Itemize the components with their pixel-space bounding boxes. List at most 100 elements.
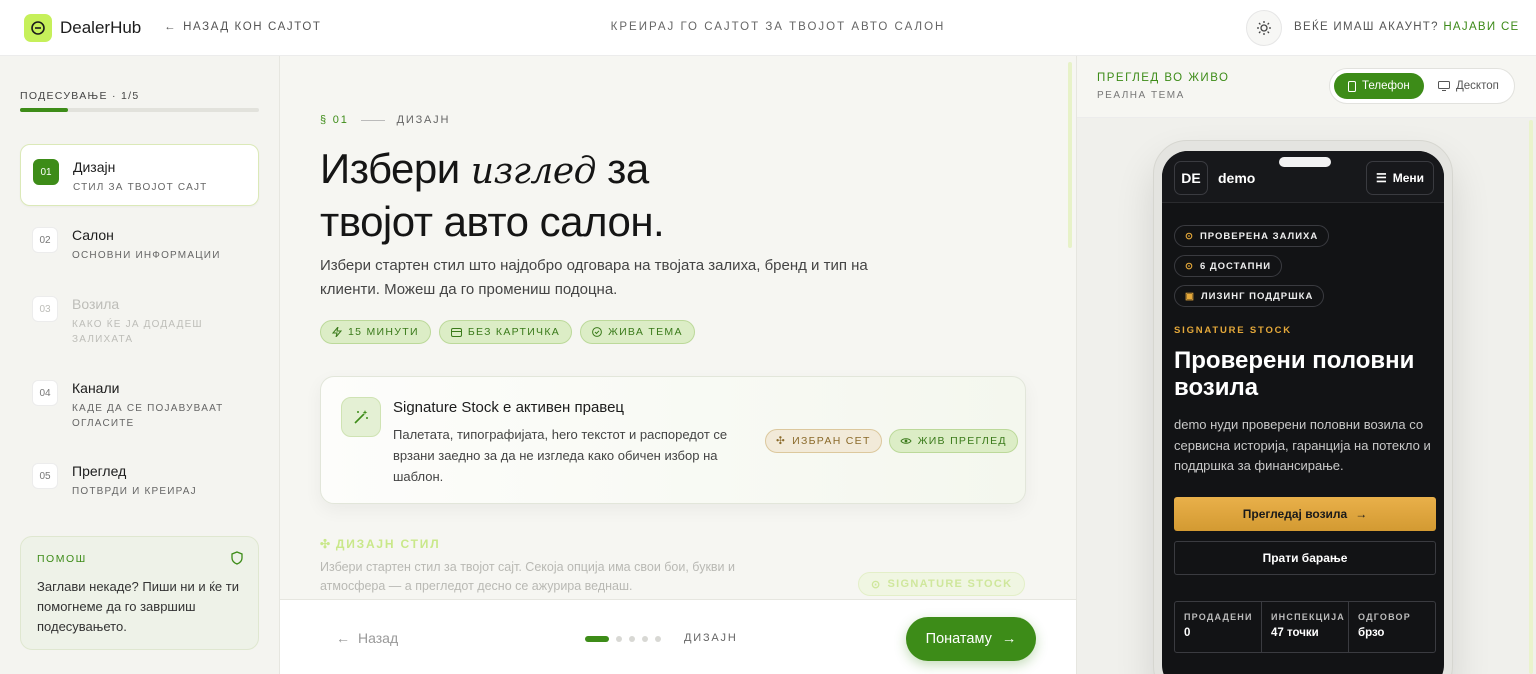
feature-chips: 15 МИНУТИ БЕЗ КАРТИЧКА ЖИВА ТЕМА [320,320,695,344]
site-pill-leasing: ▣ ЛИЗИНГ ПОДДРШКА [1174,285,1325,307]
browse-vehicles-button[interactable]: Прегледај возила → [1174,497,1436,531]
card-icon [450,327,462,337]
stat-label: ИНСПЕКЦИЈА [1271,612,1345,622]
next-label: Понатаму [925,631,992,647]
step-dot [629,636,635,642]
check-circle-icon [592,327,602,337]
step-title: Преглед [72,463,127,479]
sidebar-step-review[interactable]: 05 Преглед ПОТВРДИ И КРЕИРАЈ [20,449,259,511]
headline-emphasis: изглед [470,151,597,192]
card-badges: ✣ ИЗБРАН СЕТ ЖИВ ПРЕГЛЕД [765,429,1018,453]
phone-notch [1279,157,1331,167]
check-circle-icon: ⊙ [1185,260,1194,272]
monitor-icon [1438,81,1450,91]
top-bar: DealerHub ← НАЗАД КОН САЈТОТ КРЕИРАЈ ГО … [0,0,1536,56]
signature-stock-badge[interactable]: ⊙ SIGNATURE STOCK [858,572,1026,596]
chip-label: ЖИВА ТЕМА [608,326,683,338]
sparkle-icon: ✣ [320,537,332,551]
divider [360,119,385,121]
step-subtitle: СТИЛ ЗА ТВОЈОТ САЈТ [73,182,208,193]
progress-fill [20,108,68,112]
sidebar-step-vehicles[interactable]: 03 Возила КАКО ЌЕ ЈА ДОДАДЕШ ЗАЛИХАТА [20,282,259,345]
toggle-label: Десктоп [1456,80,1499,92]
progress-bar [20,108,259,112]
stat-value: 0 [1184,627,1191,639]
step-title: Канали [72,380,120,396]
menu-label: Мени [1392,171,1425,185]
chip-time: 15 МИНУТИ [320,320,431,344]
wizard-footer: ← Назад ДИЗАЈН Понатаму → [280,599,1076,674]
live-preview-badge: ЖИВ ПРЕГЛЕД [888,429,1018,453]
step-subtitle: ПОТВРДИ И КРЕИРАЈ [72,486,197,497]
main-scrollbar[interactable] [1068,62,1072,248]
badge-label: ИЗБРАН СЕТ [792,435,871,447]
sidebar-step-channels[interactable]: 04 Канали КАДЕ ДА СЕ ПОЈАВУВААТ ОГЛАСИТЕ [20,366,259,429]
headline: Избери изглед за твојот авто салон. [320,144,960,247]
phone-icon [1348,80,1356,92]
step-dot [616,636,622,642]
bolt-icon [332,327,342,337]
stat-response: ОДГОВОР брзо [1349,602,1435,652]
send-inquiry-button[interactable]: Прати барање [1174,541,1436,575]
preview-scrollbar[interactable] [1529,120,1533,674]
pill-label: 6 ДОСТАПНИ [1199,260,1272,272]
active-style-card[interactable]: Signature Stock е активен правец Палетат… [320,376,1026,504]
shield-icon [231,551,243,565]
login-link[interactable]: НАЈАВИ СЕ [1443,21,1519,33]
step-title: Дизајн [73,159,116,175]
desktop-toggle-button[interactable]: Десктоп [1424,73,1513,99]
step-number: 05 [32,463,58,489]
design-style-label: ДИЗАЈН СТИЛ [335,537,441,551]
back-button[interactable]: ← Назад [336,630,398,646]
headline-part-b: за [607,145,649,192]
live-preview-panel: ПРЕГЛЕД ВО ЖИВО РЕАЛНА ТЕМА Телефон Деск… [1076,56,1536,674]
lead-text: Избери стартен стил што најдобро одговар… [320,257,868,298]
arrow-right-icon: → [1001,631,1017,647]
section-tag: § 01 ДИЗАЈН [320,114,450,126]
step-subtitle: КАКО ЌЕ ЈА ДОДАДЕШ ЗАЛИХАТА [72,319,203,345]
stat-value: 47 точки [1271,627,1319,639]
stat-label: ОДГОВОР [1358,612,1411,622]
site-paragraph: demo нуди проверени половни возила со се… [1174,417,1431,473]
headline-part-a: Избери [320,145,460,192]
stat-inspection: ИНСПЕКЦИЈА 47 точки [1262,602,1349,652]
sparkle-icon: ✣ [776,435,787,447]
sidebar-step-salon[interactable]: 02 Салон ОСНОВНИ ИНФОРМАЦИИ [20,213,259,275]
site-menu-button[interactable]: ☰ Мени [1366,161,1434,195]
theme-toggle-button[interactable] [1246,10,1282,46]
wallet-icon: ▣ [1185,290,1195,302]
sun-icon [1257,21,1271,35]
phone-frame: DE demo ☰ Мени ⊙ ПРОВЕРЕНА ЗАЛИХА ⊙ 6 ДО… [1153,140,1453,674]
eye-icon [900,438,912,444]
help-text: Заглави некаде? Пиши ни и ќе ти помогнем… [37,579,239,634]
back-label: Назад [358,630,399,646]
arrow-left-icon: ← [336,630,350,646]
step-subtitle: КАДЕ ДА СЕ ПОЈАВУВААТ ОГЛАСИТЕ [72,403,224,429]
preview-header: ПРЕГЛЕД ВО ЖИВО РЕАЛНА ТЕМА Телефон Деск… [1077,56,1536,118]
section-name: ДИЗАЈН [396,114,451,126]
magic-wand-icon [341,397,381,437]
badge-label: ЖИВ ПРЕГЛЕД [917,435,1007,447]
design-style-heading: ✣ ДИЗАЈН СТИЛ [320,537,440,551]
stat-label: ПРОДАДЕНИ [1184,612,1253,622]
next-button[interactable]: Понатаму → [906,617,1036,661]
chip-live-theme: ЖИВА ТЕМА [580,320,695,344]
pill-label: ПРОВЕРЕНА ЗАЛИХА [1199,230,1319,242]
chip-no-card: БЕЗ КАРТИЧКА [438,320,573,344]
phone-toggle-button[interactable]: Телефон [1334,73,1424,99]
step-number: 02 [32,227,58,253]
toggle-label: Телефон [1362,80,1410,92]
phone-screen: DE demo ☰ Мени ⊙ ПРОВЕРЕНА ЗАЛИХА ⊙ 6 ДО… [1162,151,1444,674]
site-logo[interactable]: DE [1174,161,1208,195]
step-dot [655,636,661,642]
check-circle-icon: ⊙ [1185,230,1194,242]
site-pill-available: ⊙ 6 ДОСТАПНИ [1174,255,1283,277]
help-title: ПОМОШ [37,553,87,565]
step-title: Салон [72,227,114,243]
help-box: ПОМОШ Заглави некаде? Пиши ни и ќе ти по… [20,536,259,650]
sidebar-step-design[interactable]: 01 Дизајн СТИЛ ЗА ТВОЈОТ САЈТ [20,144,259,206]
account-prompt-text: ВЕЌЕ ИМАШ АКАУНТ? [1294,21,1439,33]
preview-title: ПРЕГЛЕД ВО ЖИВО [1097,72,1230,84]
step-number: 03 [32,296,58,322]
step-title: Возила [72,296,120,312]
